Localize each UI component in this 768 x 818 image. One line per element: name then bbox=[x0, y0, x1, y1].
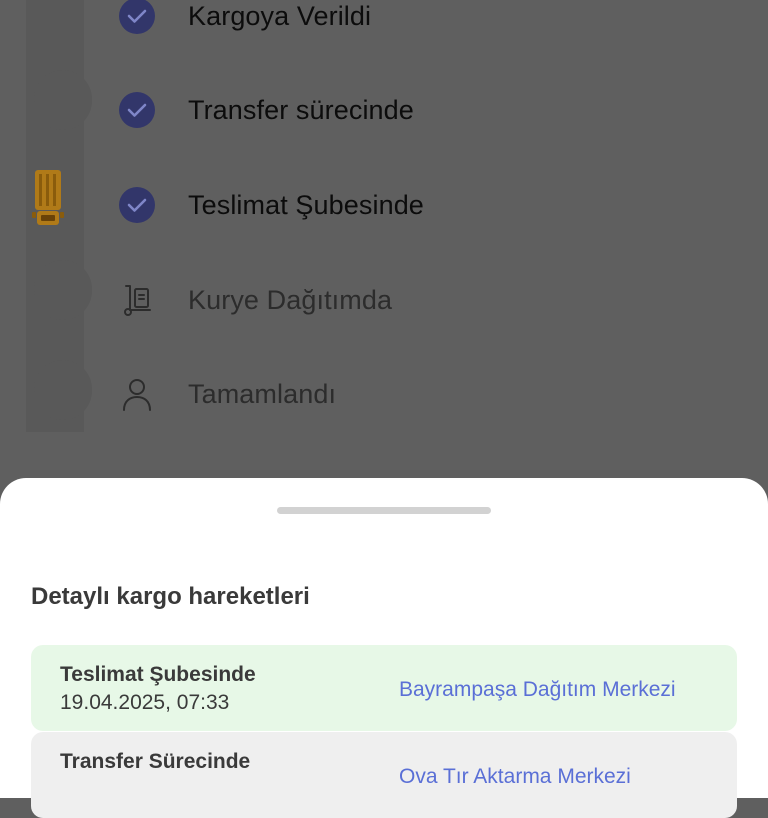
movement-status: Transfer Sürecinde bbox=[60, 750, 251, 773]
bottom-sheet: Detaylı kargo hareketleri Teslimat Şubes… bbox=[0, 478, 768, 818]
step-kargoya-verildi: Kargoya Verildi bbox=[119, 0, 371, 36]
check-icon bbox=[119, 92, 155, 128]
step-tamamlandi: Tamamlandı bbox=[119, 374, 336, 414]
step-label: Transfer sürecinde bbox=[188, 94, 414, 125]
step-teslimat-subesinde: Teslimat Şubesinde bbox=[119, 185, 424, 225]
step-label: Kargoya Verildi bbox=[188, 0, 372, 31]
person-icon bbox=[119, 376, 155, 412]
road-curve bbox=[34, 70, 92, 130]
step-label: Teslimat Şubesinde bbox=[188, 189, 424, 220]
step-label: Tamamlandı bbox=[188, 378, 337, 409]
step-kurye-dagitimda: Kurye Dağıtımda bbox=[119, 280, 392, 320]
road-curve bbox=[34, 360, 92, 420]
movement-row[interactable]: Teslimat Şubesinde 19.04.2025, 07:33 Bay… bbox=[31, 645, 737, 731]
step-transfer-surecinde: Transfer sürecinde bbox=[119, 90, 414, 130]
truck-icon bbox=[32, 170, 64, 225]
movement-row[interactable]: Transfer Sürecinde Ova Tır Aktarma Merke… bbox=[31, 732, 737, 818]
courier-cart-icon bbox=[119, 282, 155, 318]
movement-datetime: 19.04.2025, 07:33 bbox=[60, 691, 230, 714]
check-icon bbox=[119, 0, 155, 34]
movement-location: Ova Tır Aktarma Merkezi bbox=[399, 765, 631, 788]
road-curve bbox=[34, 260, 92, 320]
movement-location: Bayrampaşa Dağıtım Merkezi bbox=[399, 678, 676, 701]
check-icon bbox=[119, 187, 155, 223]
movement-status: Teslimat Şubesinde bbox=[60, 663, 256, 686]
drag-handle[interactable] bbox=[277, 507, 491, 514]
step-label: Kurye Dağıtımda bbox=[188, 284, 393, 315]
sheet-title: Detaylı kargo hareketleri bbox=[31, 583, 310, 610]
